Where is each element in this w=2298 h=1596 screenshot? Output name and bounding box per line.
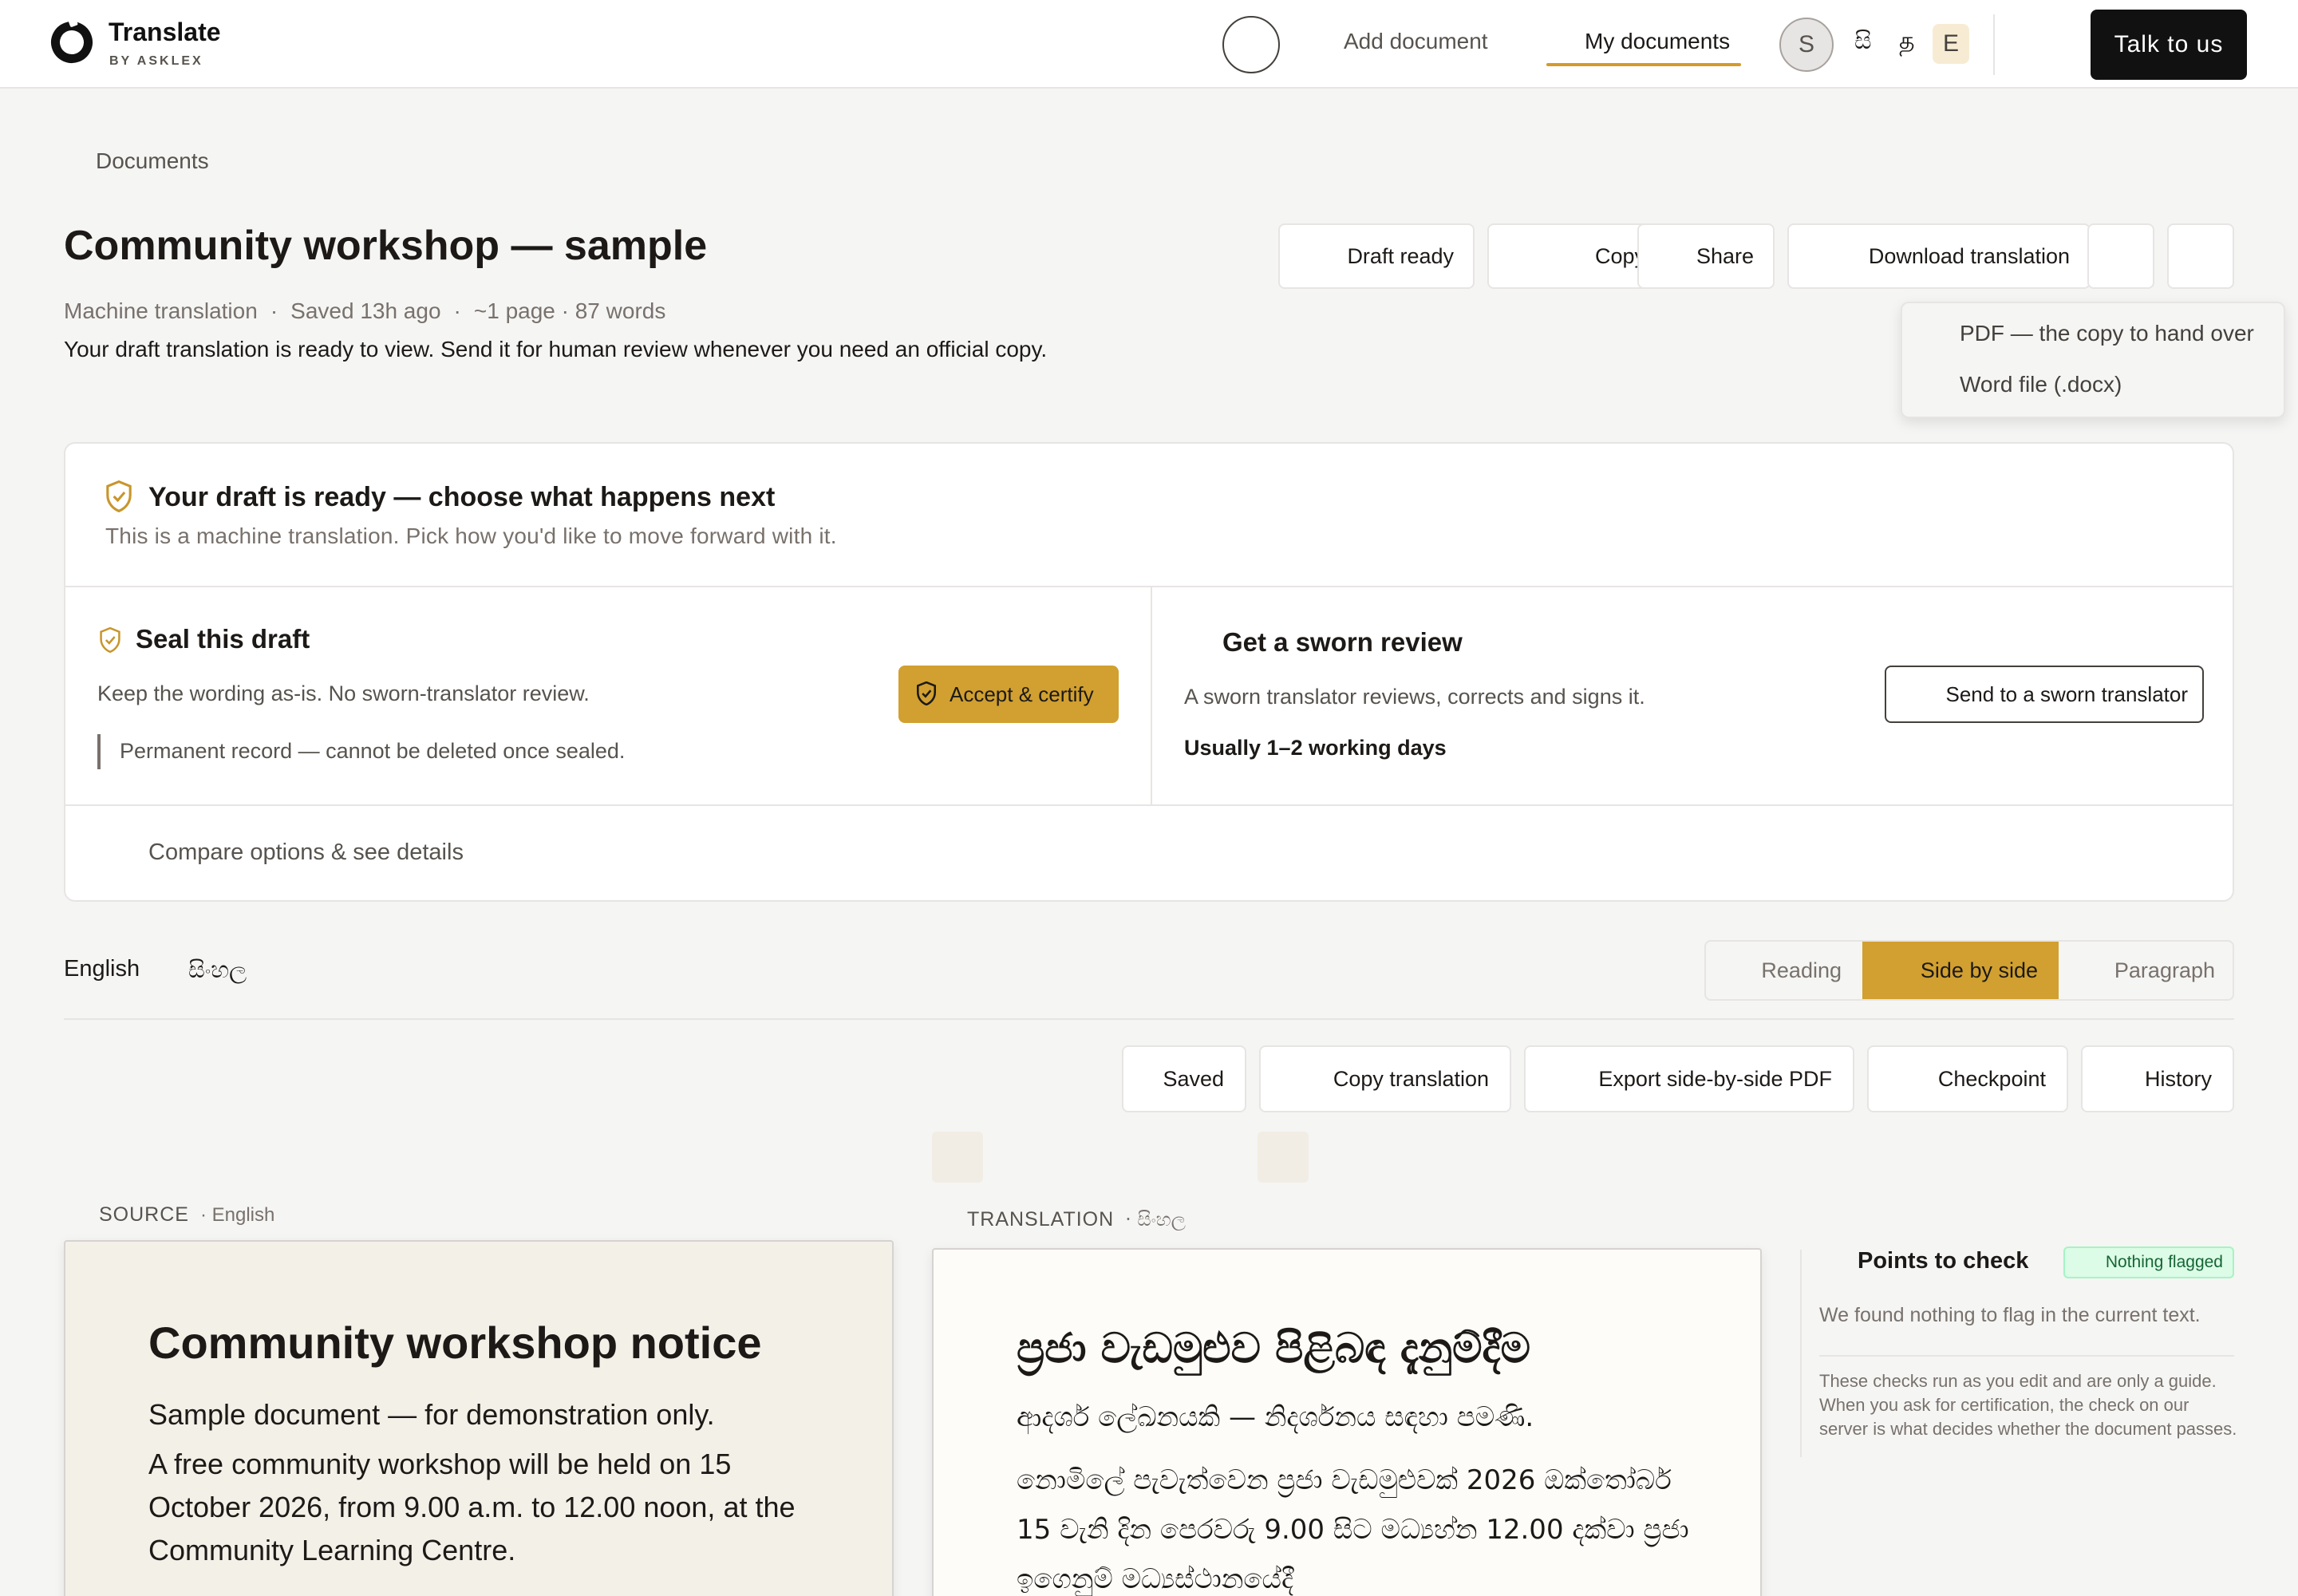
download-docx-option[interactable]: Word file (.docx) xyxy=(1960,372,2122,397)
ptc-divider xyxy=(1819,1355,2234,1357)
brand-subtitle: BY ASKLEX xyxy=(109,54,203,68)
source-pane-label: SOURCE · English xyxy=(99,1203,274,1227)
saved-status-button[interactable]: Saved xyxy=(1122,1045,1246,1112)
talk-to-us-button[interactable]: Talk to us xyxy=(2091,10,2247,80)
language-row-divider xyxy=(64,1018,2234,1020)
card-column-divider xyxy=(1151,587,1152,804)
download-menu: PDF — the copy to hand over Word file (.… xyxy=(1901,302,2285,418)
history-button[interactable]: History xyxy=(2081,1045,2234,1112)
target-language-tab[interactable]: සිංහල xyxy=(188,956,247,984)
nav-add-document[interactable]: Add document xyxy=(1344,29,1488,54)
sworn-option-title: Get a sworn review xyxy=(1222,627,1463,657)
more-options-button[interactable] xyxy=(2167,223,2234,289)
ptc-rule xyxy=(1800,1250,1802,1457)
card-title: Your draft is ready — choose what happen… xyxy=(148,482,776,512)
ptc-status-text: We found nothing to flag in the current … xyxy=(1819,1304,2201,1326)
view-mode-paragraph[interactable]: Paragraph xyxy=(2059,942,2233,999)
pane-sync-chip[interactable] xyxy=(1258,1132,1309,1183)
card-subtitle: This is a machine translation. Pick how … xyxy=(105,523,837,548)
language-tamil-button[interactable]: த xyxy=(1899,27,1915,58)
nav-divider xyxy=(1993,14,1995,75)
language-english-button[interactable]: E xyxy=(1933,24,1969,64)
source-label-lang: · English xyxy=(199,1204,275,1226)
source-subtitle: Sample document — for demonstration only… xyxy=(148,1398,715,1431)
source-body: A free community workshop will be held o… xyxy=(148,1448,796,1566)
accept-certify-label: Accept & certify xyxy=(950,681,1094,706)
view-mode-side-by-side[interactable]: Side by side xyxy=(1862,942,2059,999)
meta-size: ~1 page · 87 words xyxy=(473,298,666,323)
card-divider xyxy=(65,586,2233,587)
theme-toggle-icon[interactable] xyxy=(1222,16,1280,73)
ptc-title: Points to check xyxy=(1858,1248,2029,1274)
accept-shield-icon xyxy=(917,681,936,705)
copy-translation-button[interactable]: Copy translation xyxy=(1259,1045,1511,1112)
ptc-note: These checks run as you edit and are onl… xyxy=(1819,1371,2237,1439)
checkpoint-button[interactable]: Checkpoint xyxy=(1867,1045,2068,1112)
asklex-logo-icon[interactable] xyxy=(45,15,99,69)
translation-heading[interactable]: ප්‍රජා වැඩමුළුව පිළිබඳ දැනුම්දීම xyxy=(1017,1325,1530,1373)
sworn-option-text: A sworn translator reviews, corrects and… xyxy=(1184,685,1645,709)
view-mode-reading[interactable]: Reading xyxy=(1706,942,1862,999)
draft-ready-status-button[interactable]: Draft ready xyxy=(1278,223,1475,289)
shield-check-icon xyxy=(106,480,132,512)
meta-mode: Machine translation xyxy=(64,298,258,323)
translation-label: TRANSLATION xyxy=(967,1208,1115,1231)
send-to-sworn-translator-button[interactable]: Send to a sworn translator xyxy=(1885,666,2204,723)
seal-permanent-note: Permanent record — cannot be deleted onc… xyxy=(120,739,626,763)
translation-pane[interactable]: ප්‍රජා වැඩමුළුව පිළිබඳ දැනුම්දීම ආදර්ශ ල… xyxy=(932,1248,1762,1596)
meta-saved: Saved 13h ago xyxy=(290,298,441,323)
card-divider-bottom xyxy=(65,804,2233,806)
user-avatar[interactable]: S xyxy=(1779,18,1834,72)
seal-note-bar xyxy=(97,734,101,769)
source-heading: Community workshop notice xyxy=(148,1317,762,1368)
translation-label-lang: · සිංහල xyxy=(1125,1208,1186,1231)
nothing-flagged-badge: Nothing flagged xyxy=(2063,1246,2234,1278)
source-pane: Community workshop notice Sample documen… xyxy=(64,1240,894,1596)
compare-options-toggle[interactable]: Compare options & see details xyxy=(148,839,464,866)
document-meta: Machine translation · Saved 13h ago · ~1 pag… xyxy=(64,298,666,323)
page-description: Your draft translation is ready to view.… xyxy=(64,337,1048,361)
brand-title[interactable]: Translate xyxy=(109,18,221,47)
translation-body[interactable]: නොමිලේ පැවැත්වෙන ප්‍රජා වැඩමුළුවක් 2026 … xyxy=(1017,1456,1703,1596)
download-pdf-option[interactable]: PDF — the copy to hand over xyxy=(1960,321,2254,346)
translation-pane-label: TRANSLATION · සිංහල xyxy=(967,1208,1186,1231)
sworn-eta: Usually 1–2 working days xyxy=(1184,736,1447,760)
seal-option-title: Seal this draft xyxy=(136,624,310,654)
export-side-by-side-pdf-button[interactable]: Export side-by-side PDF xyxy=(1524,1045,1854,1112)
nav-active-indicator xyxy=(1546,63,1741,66)
source-language-tab[interactable]: English xyxy=(64,956,140,982)
breadcrumb-documents[interactable]: Documents xyxy=(96,148,209,174)
language-sinhala-button[interactable]: සි xyxy=(1854,27,1872,55)
draft-ready-card: Your draft is ready — choose what happen… xyxy=(64,442,2234,902)
top-bar: Translate BY ASKLEX Add document My docu… xyxy=(0,0,2298,89)
share-button[interactable]: Share xyxy=(1637,223,1775,289)
download-caret-button[interactable] xyxy=(2087,223,2154,289)
nav-my-documents[interactable]: My documents xyxy=(1585,29,1730,54)
pane-zoom-chip[interactable] xyxy=(932,1132,983,1183)
seal-option-text: Keep the wording as-is. No sworn-transla… xyxy=(97,681,590,705)
accept-certify-button[interactable]: Accept & certify xyxy=(898,666,1119,723)
page-title: Community workshop — sample xyxy=(64,223,708,269)
view-mode-switch: Reading Side by side Paragraph xyxy=(1704,940,2234,1001)
download-translation-button[interactable]: Download translation xyxy=(1787,223,2091,289)
seal-shield-icon xyxy=(100,627,120,653)
translation-subtitle[interactable]: ආදර්ශ ලේඛනයකි — නිදර්ශනය සඳහා පමණි. xyxy=(1017,1401,1534,1433)
source-label: SOURCE xyxy=(99,1203,189,1226)
